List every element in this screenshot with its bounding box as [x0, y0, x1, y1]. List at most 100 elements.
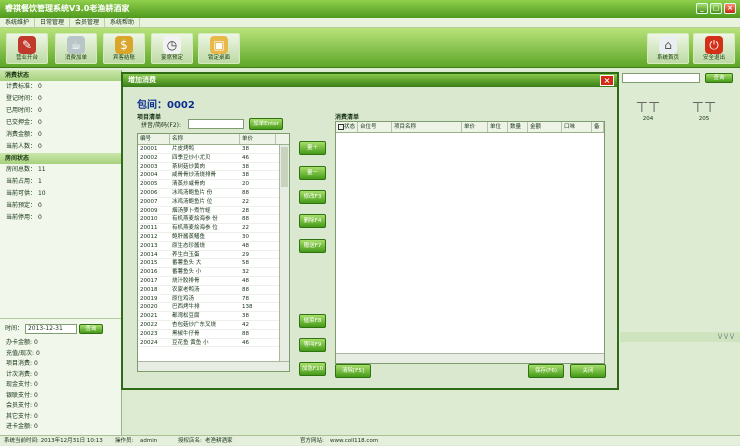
item-row[interactable]: 20010 有机燕麦烩海参 份 88: [138, 215, 289, 225]
item-row[interactable]: 20017 烧汁胶排骨 48: [138, 277, 289, 286]
item-row[interactable]: 20002 四季豆炒小尤贝 46: [138, 154, 289, 163]
gift-button[interactable]: 赠送F7: [299, 239, 326, 253]
room-title: 包间：0002: [137, 100, 195, 111]
minimize-button[interactable]: _: [696, 3, 708, 14]
items-scrollbar[interactable]: [279, 145, 289, 361]
item-row[interactable]: 20005 清蒸炒咸骨肉 20: [138, 180, 289, 189]
lock-desktop-button[interactable]: ▣ 锁定桌面: [198, 33, 240, 64]
qty-plus-button[interactable]: 量＋: [299, 141, 326, 155]
item-row[interactable]: 20001 片皮烤鸭 38: [138, 145, 289, 154]
item-row[interactable]: 20006 冰鸡汤鲍鱼片 份 88: [138, 189, 289, 198]
table-search-button[interactable]: 查询: [705, 73, 733, 83]
item-row[interactable]: 20023 黑椒牛仔骨 88: [138, 330, 289, 339]
item-cell: 20021: [140, 313, 158, 320]
add-order-button[interactable]: ☕ 消费加单: [55, 33, 97, 64]
item-row[interactable]: 20011 有机燕麦烩海参 位 22: [138, 224, 289, 233]
item-cell: 烟汤萝卜煮竹蛭: [172, 207, 211, 214]
item-cell: 46: [242, 154, 249, 161]
table-204[interactable]: ⊤⊤ 204: [630, 100, 666, 122]
item-cell: 20003: [140, 163, 158, 170]
item-cell: 冰鸡汤鲍鱼片 份: [172, 189, 213, 196]
item-cell: 20023: [140, 330, 158, 337]
table-icon: ⊤⊤: [635, 100, 661, 116]
item-cell: 78: [242, 295, 249, 302]
app-titlebar: 睿祺餐饮管理系统V3.0老渔耕酒家 _ □ ×: [0, 0, 740, 18]
status-bar: 系统当前时间: 2013年12月31日 10:13 操作员: admin 授权店…: [0, 435, 740, 445]
item-row[interactable]: 20003 茶树菇炒黄肉 38: [138, 163, 289, 172]
menu-help[interactable]: 系统帮助: [105, 18, 141, 27]
item-cell: 农家老鸭汤: [172, 286, 200, 293]
reserve-button[interactable]: ◷ 宴席预定: [151, 33, 193, 64]
room-status-header: 房间状态: [0, 153, 121, 164]
item-cell: 都湾松豆腐: [172, 313, 200, 320]
item-row[interactable]: 20021 都湾松豆腐 38: [138, 312, 289, 321]
exit-button[interactable]: ⏻ 安全退出: [693, 33, 735, 64]
item-row[interactable]: 20014 养生白玉蛋 29: [138, 251, 289, 260]
add-consumption-dialog: 增加消费 × 包间：0002 项目清单 拼音/简码(F2): 加单Enter 编号…: [121, 72, 619, 390]
item-cell: 鲍肝酱蒸鳝鱼: [172, 233, 206, 240]
item-row[interactable]: 20018 农家老鸭汤 88: [138, 286, 289, 295]
list-hscrollbar[interactable]: [336, 353, 604, 363]
item-cell: 原生态珍酱烧: [172, 242, 206, 249]
item-row[interactable]: 20015 番薯鱼头 大 58: [138, 259, 289, 269]
dialog-close-button[interactable]: ×: [600, 75, 614, 86]
home-button[interactable]: ⌂ 系统首页: [647, 33, 689, 64]
finance-row: 会员支付: 0: [6, 402, 38, 409]
delete-button[interactable]: 删除F4: [299, 214, 326, 228]
room-row: 当前占用： 1: [6, 178, 42, 185]
item-cell: 巴西烤牛排: [172, 304, 200, 311]
item-row[interactable]: 20012 鲍肝酱蒸鳝鱼 30: [138, 233, 289, 242]
restore-button[interactable]: □: [710, 3, 722, 14]
window-close-button[interactable]: ×: [724, 3, 736, 14]
item-cell: 22: [242, 225, 249, 232]
item-cell: 48: [242, 277, 249, 284]
date-query-button[interactable]: 查询: [78, 324, 103, 334]
table-search-input[interactable]: [622, 73, 700, 83]
item-cell: 20006: [140, 189, 158, 196]
item-cell: 46: [242, 339, 249, 346]
item-row[interactable]: 20007 冰鸡汤鲍鱼片 位 22: [138, 198, 289, 207]
item-row[interactable]: 20013 原生态珍酱烧 48: [138, 242, 289, 251]
item-cell: 20024: [140, 339, 158, 346]
search-input[interactable]: [188, 119, 244, 129]
clear-button[interactable]: 清除[F5]: [335, 364, 371, 378]
wait-call-button[interactable]: 等叫F9: [299, 338, 326, 352]
left-panel: 消费状态 计费标准： 0 登记时间： 0 已用时间： 0 已交押金： 0 消费金…: [0, 70, 122, 435]
close-button[interactable]: 关闭: [570, 364, 606, 378]
item-row[interactable]: 20020 巴西烤牛排 138: [138, 303, 289, 313]
items-hscrollbar[interactable]: [138, 361, 289, 371]
item-row[interactable]: 20016 番薯鱼头 小 32: [138, 268, 289, 277]
add-order-enter-button[interactable]: 加单Enter: [249, 118, 283, 130]
collapse-bar[interactable]: \/ \/ \/: [620, 332, 740, 342]
rush-button[interactable]: 加急F10: [299, 362, 326, 376]
table-205[interactable]: ⊤⊤ 205: [686, 100, 722, 122]
item-cell: 32: [242, 269, 249, 276]
item-row[interactable]: 20019 原位鸡汤 78: [138, 295, 289, 304]
date-picker[interactable]: 2013-12-31: [24, 324, 77, 334]
open-table-button[interactable]: ✎ 营业开台: [6, 33, 48, 64]
item-cell: 清蒸炒咸骨肉: [172, 181, 206, 188]
settle-button[interactable]: $ 宾客结账: [103, 33, 145, 64]
window-title: 睿祺餐饮管理系统V3.0老渔耕酒家: [5, 4, 130, 13]
item-row[interactable]: 20022 杏包菇炒广东叉烧 42: [138, 321, 289, 330]
item-cell: 20: [242, 181, 249, 188]
item-cell: 38: [242, 163, 249, 170]
items-body: 20001 片皮烤鸭 38 20002 四季豆炒小尤贝 46 20003 茶树菇炒黄肉 38 20…: [138, 145, 289, 348]
menu-daily[interactable]: 日常管理: [35, 18, 71, 27]
power-icon: ⏻: [705, 36, 723, 54]
item-cell: 咸骨骨炒汤烧排骨: [172, 172, 217, 179]
menu-system[interactable]: 系统维护: [0, 18, 36, 27]
save-button[interactable]: 保存(F6): [528, 364, 564, 378]
item-row[interactable]: 20024 豆花鱼 黄鱼 小 46: [138, 339, 289, 348]
modify-button[interactable]: 修改F3: [299, 190, 326, 204]
qty-minus-button[interactable]: 量－: [299, 166, 326, 180]
finance-row: 其它支付: 0: [6, 412, 38, 420]
date-query-bar: 时间： 2013-12-31 查询: [0, 318, 121, 338]
toolbar: ✎ 营业开台 ☕ 消费加单 $ 宾客结账 ◷ 宴席预定 ▣ 锁定桌面 ⌂ 系统首页 ⏻ 安全退…: [0, 28, 740, 68]
urge-button[interactable]: 催菜F8: [299, 314, 326, 328]
item-row[interactable]: 20009 烟汤萝卜煮竹蛭 28: [138, 207, 289, 216]
item-cell: 28: [242, 207, 249, 214]
menu-member[interactable]: 会员管理: [70, 18, 106, 27]
item-cell: 20010: [140, 216, 158, 223]
item-row[interactable]: 20004 咸骨骨炒汤烧排骨 38: [138, 171, 289, 181]
